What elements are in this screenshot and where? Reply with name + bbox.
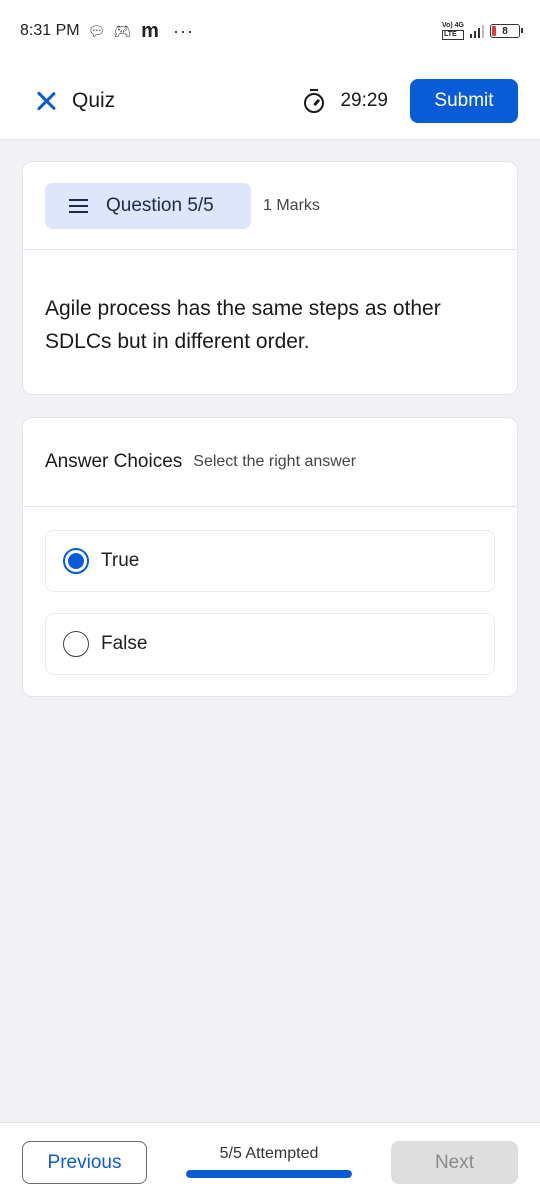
status-right: Vo) 4G LTE 8 (441, 22, 523, 40)
more-notifications-icon: ··· (172, 20, 194, 41)
battery-icon: 8 (490, 24, 523, 38)
progress-fill (186, 1170, 352, 1178)
answer-choices-subtitle: Select the right answer (193, 453, 357, 470)
answer-choices-title: Answer Choices (45, 451, 183, 472)
attempted-count: 5/5 Attempted (219, 1145, 319, 1162)
menu-icon (69, 198, 88, 213)
close-icon[interactable] (34, 89, 58, 113)
question-header: Question 5/5 1 Marks (23, 162, 517, 250)
network-type-top: Vo) 4G (441, 22, 464, 29)
header-right: 29:29 Submit (304, 78, 518, 123)
answer-header: Answer Choices Select the right answer (23, 418, 517, 507)
network-type-bottom: LTE (441, 30, 464, 40)
bottom-navigation-bar: Previous 5/5 Attempted Next (0, 1122, 540, 1200)
timer-value: 29:29 (340, 89, 388, 111)
game-controller-icon: 🎮︎ (113, 22, 132, 39)
answer-choice-label: True (101, 550, 140, 571)
app-notification-icon: m (141, 19, 159, 42)
question-text: Agile process has the same steps as othe… (45, 297, 441, 353)
previous-button[interactable]: Previous (22, 1141, 147, 1184)
network-type-icon: Vo) 4G LTE (441, 22, 464, 40)
answer-card: Answer Choices Select the right answer T… (22, 417, 518, 697)
submit-button[interactable]: Submit (410, 78, 518, 123)
radio-unselected-icon[interactable] (63, 631, 89, 657)
status-bar: 8:31 PM 💬︎ 🎮︎ m ··· Vo) 4G LTE 8 (0, 0, 540, 62)
signal-strength-icon (470, 24, 484, 38)
attempt-progress: 5/5 Attempted (186, 1145, 352, 1178)
app-header: Quiz 29:29 Submit (0, 62, 540, 140)
radio-selected-icon[interactable] (63, 548, 89, 574)
answer-choice-label: False (101, 633, 148, 654)
chat-bubble-icon: 💬︎ (87, 22, 106, 39)
question-card: Question 5/5 1 Marks Agile process has t… (22, 161, 518, 395)
question-selector[interactable]: Question 5/5 (45, 182, 251, 229)
answer-choice-false[interactable]: False (45, 613, 495, 675)
progress-track (186, 1170, 352, 1178)
next-button[interactable]: Next (391, 1141, 518, 1184)
status-left: 8:31 PM 💬︎ 🎮︎ m ··· (20, 20, 194, 43)
stopwatch-icon (304, 88, 326, 113)
question-marks: 1 Marks (263, 196, 320, 214)
question-number: Question 5/5 (106, 194, 214, 216)
battery-level: 8 (502, 25, 508, 37)
status-time: 8:31 PM (20, 22, 80, 39)
page-title: Quiz (72, 88, 116, 112)
answer-choice-true[interactable]: True (45, 530, 495, 592)
